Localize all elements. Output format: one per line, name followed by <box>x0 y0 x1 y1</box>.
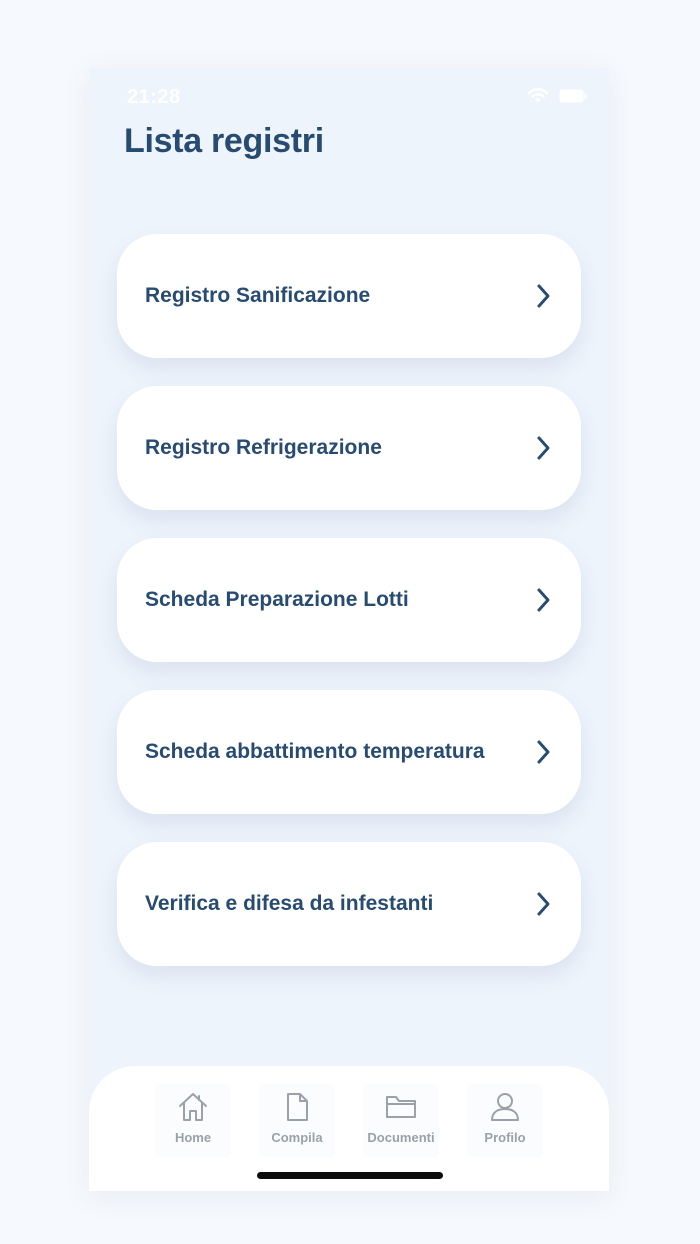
tab-label: Compila <box>271 1130 323 1145</box>
battery-icon <box>559 89 587 108</box>
status-bar: 21:28 <box>89 68 609 128</box>
register-item-infestanti[interactable]: Verifica e difesa da infestanti <box>117 842 581 966</box>
tab-label: Documenti <box>367 1130 435 1145</box>
user-icon <box>488 1090 522 1124</box>
register-item-sanificazione[interactable]: Registro Sanificazione <box>117 234 581 358</box>
chevron-right-icon <box>533 282 553 310</box>
tab-label: Profilo <box>484 1130 526 1145</box>
register-item-label: Scheda Preparazione Lotti <box>145 588 409 611</box>
chevron-right-icon <box>533 434 553 462</box>
register-item-label: Verifica e difesa da infestanti <box>145 892 434 915</box>
wifi-icon <box>527 88 549 109</box>
page-title: Lista registri <box>124 122 324 160</box>
tab-compila[interactable]: Compila <box>259 1084 335 1158</box>
tab-documenti[interactable]: Documenti <box>363 1084 439 1158</box>
register-item-label: Registro Sanificazione <box>145 284 371 307</box>
register-item-preparazione-lotti[interactable]: Scheda Preparazione Lotti <box>117 538 581 662</box>
chevron-right-icon <box>533 890 553 918</box>
tab-profilo[interactable]: Profilo <box>467 1084 543 1158</box>
register-list: Registro Sanificazione Registro Refriger… <box>117 234 581 994</box>
tab-items: Home Compila Documenti Profilo <box>155 1084 543 1158</box>
folder-icon <box>384 1090 418 1124</box>
app-screen: 21:28 Lista registri Registro Sanificazi… <box>89 68 609 1191</box>
tab-label: Home <box>174 1130 212 1145</box>
tab-bar: Home Compila Documenti Profilo <box>89 1066 609 1191</box>
chevron-right-icon <box>533 738 553 766</box>
tab-home[interactable]: Home <box>155 1084 231 1158</box>
register-item-refrigerazione[interactable]: Registro Refrigerazione <box>117 386 581 510</box>
file-icon <box>280 1090 314 1124</box>
home-indicator[interactable] <box>257 1172 443 1179</box>
status-icons <box>527 88 587 109</box>
chevron-right-icon <box>533 586 553 614</box>
register-item-abbattimento-temperatura[interactable]: Scheda abbattimento temperatura <box>117 690 581 814</box>
register-item-label: Registro Refrigerazione <box>145 436 382 459</box>
status-time: 21:28 <box>127 86 181 108</box>
register-item-label: Scheda abbattimento temperatura <box>145 740 485 763</box>
home-icon <box>176 1090 210 1124</box>
